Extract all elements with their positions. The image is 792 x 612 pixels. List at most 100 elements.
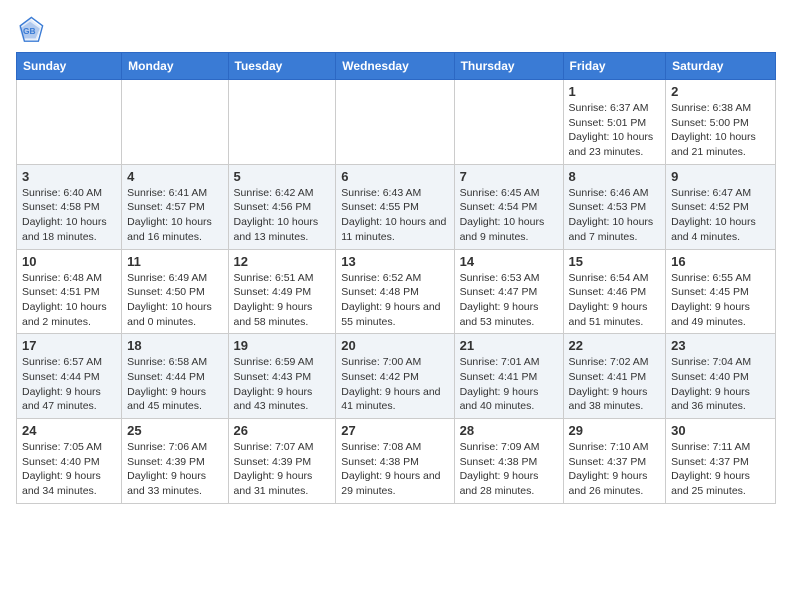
day-cell: 4 Sunrise: 6:41 AM Sunset: 4:57 PM Daylig…	[122, 164, 228, 249]
day-number: 14	[460, 254, 558, 269]
day-number: 11	[127, 254, 222, 269]
day-cell: 6 Sunrise: 6:43 AM Sunset: 4:55 PM Daylig…	[336, 164, 454, 249]
column-header-tuesday: Tuesday	[228, 53, 336, 80]
day-info: Sunrise: 7:04 AM Sunset: 4:40 PM Dayligh…	[671, 355, 770, 414]
day-number: 2	[671, 84, 770, 99]
day-cell: 28 Sunrise: 7:09 AM Sunset: 4:38 PM Dayli…	[454, 419, 563, 504]
day-info: Sunrise: 7:01 AM Sunset: 4:41 PM Dayligh…	[460, 355, 558, 414]
day-number: 8	[569, 169, 661, 184]
day-number: 20	[341, 338, 448, 353]
day-cell: 5 Sunrise: 6:42 AM Sunset: 4:56 PM Daylig…	[228, 164, 336, 249]
day-info: Sunrise: 7:00 AM Sunset: 4:42 PM Dayligh…	[341, 355, 448, 414]
calendar-table: SundayMondayTuesdayWednesdayThursdayFrid…	[16, 52, 776, 504]
day-info: Sunrise: 6:43 AM Sunset: 4:55 PM Dayligh…	[341, 186, 448, 245]
day-info: Sunrise: 6:42 AM Sunset: 4:56 PM Dayligh…	[234, 186, 331, 245]
day-cell: 29 Sunrise: 7:10 AM Sunset: 4:37 PM Dayli…	[563, 419, 666, 504]
day-number: 1	[569, 84, 661, 99]
day-number: 21	[460, 338, 558, 353]
week-row-1: 1Sunrise: 6:37 AM Sunset: 5:01 PM Daylig…	[17, 80, 776, 165]
day-number: 16	[671, 254, 770, 269]
day-info: Sunrise: 7:10 AM Sunset: 4:37 PM Dayligh…	[569, 440, 661, 499]
day-cell: 19Sunrise: 6:59 AM Sunset: 4:43 PM Dayli…	[228, 334, 336, 419]
day-number: 12	[234, 254, 331, 269]
day-cell: 15Sunrise: 6:54 AM Sunset: 4:46 PM Dayli…	[563, 249, 666, 334]
calendar-body: 1Sunrise: 6:37 AM Sunset: 5:01 PM Daylig…	[17, 80, 776, 504]
day-cell: 17Sunrise: 6:57 AM Sunset: 4:44 PM Dayli…	[17, 334, 122, 419]
day-cell: 10 Sunrise: 6:48 AM Sunset: 4:51 PM Dayli…	[17, 249, 122, 334]
day-cell	[454, 80, 563, 165]
day-cell: 14 Sunrise: 6:53 AM Sunset: 4:47 PM Dayli…	[454, 249, 563, 334]
week-row-2: 3 Sunrise: 6:40 AM Sunset: 4:58 PM Daylig…	[17, 164, 776, 249]
column-header-monday: Monday	[122, 53, 228, 80]
column-header-friday: Friday	[563, 53, 666, 80]
day-number: 27	[341, 423, 448, 438]
day-number: 25	[127, 423, 222, 438]
day-number: 28	[460, 423, 558, 438]
day-cell: 7 Sunrise: 6:45 AM Sunset: 4:54 PM Daylig…	[454, 164, 563, 249]
day-cell	[336, 80, 454, 165]
day-info: Sunrise: 7:11 AM Sunset: 4:37 PM Dayligh…	[671, 440, 770, 499]
day-info: Sunrise: 6:49 AM Sunset: 4:50 PM Dayligh…	[127, 271, 222, 330]
day-info: Sunrise: 6:46 AM Sunset: 4:53 PM Dayligh…	[569, 186, 661, 245]
day-cell: 30 Sunrise: 7:11 AM Sunset: 4:37 PM Dayli…	[666, 419, 776, 504]
day-number: 17	[22, 338, 116, 353]
day-info: Sunrise: 6:45 AM Sunset: 4:54 PM Dayligh…	[460, 186, 558, 245]
day-info: Sunrise: 6:41 AM Sunset: 4:57 PM Dayligh…	[127, 186, 222, 245]
day-info: Sunrise: 7:05 AM Sunset: 4:40 PM Dayligh…	[22, 440, 116, 499]
week-row-3: 10 Sunrise: 6:48 AM Sunset: 4:51 PM Dayli…	[17, 249, 776, 334]
column-header-saturday: Saturday	[666, 53, 776, 80]
day-cell: 27Sunrise: 7:08 AM Sunset: 4:38 PM Dayli…	[336, 419, 454, 504]
day-number: 6	[341, 169, 448, 184]
day-cell: 12 Sunrise: 6:51 AM Sunset: 4:49 PM Dayli…	[228, 249, 336, 334]
column-header-wednesday: Wednesday	[336, 53, 454, 80]
day-info: Sunrise: 6:51 AM Sunset: 4:49 PM Dayligh…	[234, 271, 331, 330]
day-number: 30	[671, 423, 770, 438]
column-header-thursday: Thursday	[454, 53, 563, 80]
day-cell: 9 Sunrise: 6:47 AM Sunset: 4:52 PM Daylig…	[666, 164, 776, 249]
calendar-header: SundayMondayTuesdayWednesdayThursdayFrid…	[17, 53, 776, 80]
day-cell: 16 Sunrise: 6:55 AM Sunset: 4:45 PM Dayli…	[666, 249, 776, 334]
day-number: 18	[127, 338, 222, 353]
day-cell	[228, 80, 336, 165]
day-number: 19	[234, 338, 331, 353]
day-number: 23	[671, 338, 770, 353]
day-number: 10	[22, 254, 116, 269]
day-number: 9	[671, 169, 770, 184]
logo-icon: GB	[16, 16, 44, 44]
day-cell: 18 Sunrise: 6:58 AM Sunset: 4:44 PM Dayli…	[122, 334, 228, 419]
day-number: 3	[22, 169, 116, 184]
column-header-sunday: Sunday	[17, 53, 122, 80]
day-info: Sunrise: 6:47 AM Sunset: 4:52 PM Dayligh…	[671, 186, 770, 245]
day-cell	[17, 80, 122, 165]
day-info: Sunrise: 6:55 AM Sunset: 4:45 PM Dayligh…	[671, 271, 770, 330]
day-number: 29	[569, 423, 661, 438]
day-info: Sunrise: 6:38 AM Sunset: 5:00 PM Dayligh…	[671, 101, 770, 160]
day-cell: 24Sunrise: 7:05 AM Sunset: 4:40 PM Dayli…	[17, 419, 122, 504]
day-number: 5	[234, 169, 331, 184]
day-number: 26	[234, 423, 331, 438]
day-info: Sunrise: 7:02 AM Sunset: 4:41 PM Dayligh…	[569, 355, 661, 414]
day-cell: 1Sunrise: 6:37 AM Sunset: 5:01 PM Daylig…	[563, 80, 666, 165]
day-cell: 20 Sunrise: 7:00 AM Sunset: 4:42 PM Dayli…	[336, 334, 454, 419]
day-number: 4	[127, 169, 222, 184]
day-info: Sunrise: 6:52 AM Sunset: 4:48 PM Dayligh…	[341, 271, 448, 330]
day-info: Sunrise: 6:53 AM Sunset: 4:47 PM Dayligh…	[460, 271, 558, 330]
day-number: 7	[460, 169, 558, 184]
day-cell: 25 Sunrise: 7:06 AM Sunset: 4:39 PM Dayli…	[122, 419, 228, 504]
page-header: GB	[16, 16, 776, 44]
day-cell: 23 Sunrise: 7:04 AM Sunset: 4:40 PM Dayli…	[666, 334, 776, 419]
day-info: Sunrise: 7:06 AM Sunset: 4:39 PM Dayligh…	[127, 440, 222, 499]
day-info: Sunrise: 6:40 AM Sunset: 4:58 PM Dayligh…	[22, 186, 116, 245]
day-info: Sunrise: 6:58 AM Sunset: 4:44 PM Dayligh…	[127, 355, 222, 414]
header-row: SundayMondayTuesdayWednesdayThursdayFrid…	[17, 53, 776, 80]
day-cell: 13 Sunrise: 6:52 AM Sunset: 4:48 PM Dayli…	[336, 249, 454, 334]
svg-text:GB: GB	[23, 26, 36, 36]
day-cell: 8 Sunrise: 6:46 AM Sunset: 4:53 PM Daylig…	[563, 164, 666, 249]
day-number: 22	[569, 338, 661, 353]
day-number: 13	[341, 254, 448, 269]
day-cell: 11 Sunrise: 6:49 AM Sunset: 4:50 PM Dayli…	[122, 249, 228, 334]
logo: GB	[16, 16, 48, 44]
day-cell: 2 Sunrise: 6:38 AM Sunset: 5:00 PM Daylig…	[666, 80, 776, 165]
day-info: Sunrise: 7:09 AM Sunset: 4:38 PM Dayligh…	[460, 440, 558, 499]
day-info: Sunrise: 6:48 AM Sunset: 4:51 PM Dayligh…	[22, 271, 116, 330]
